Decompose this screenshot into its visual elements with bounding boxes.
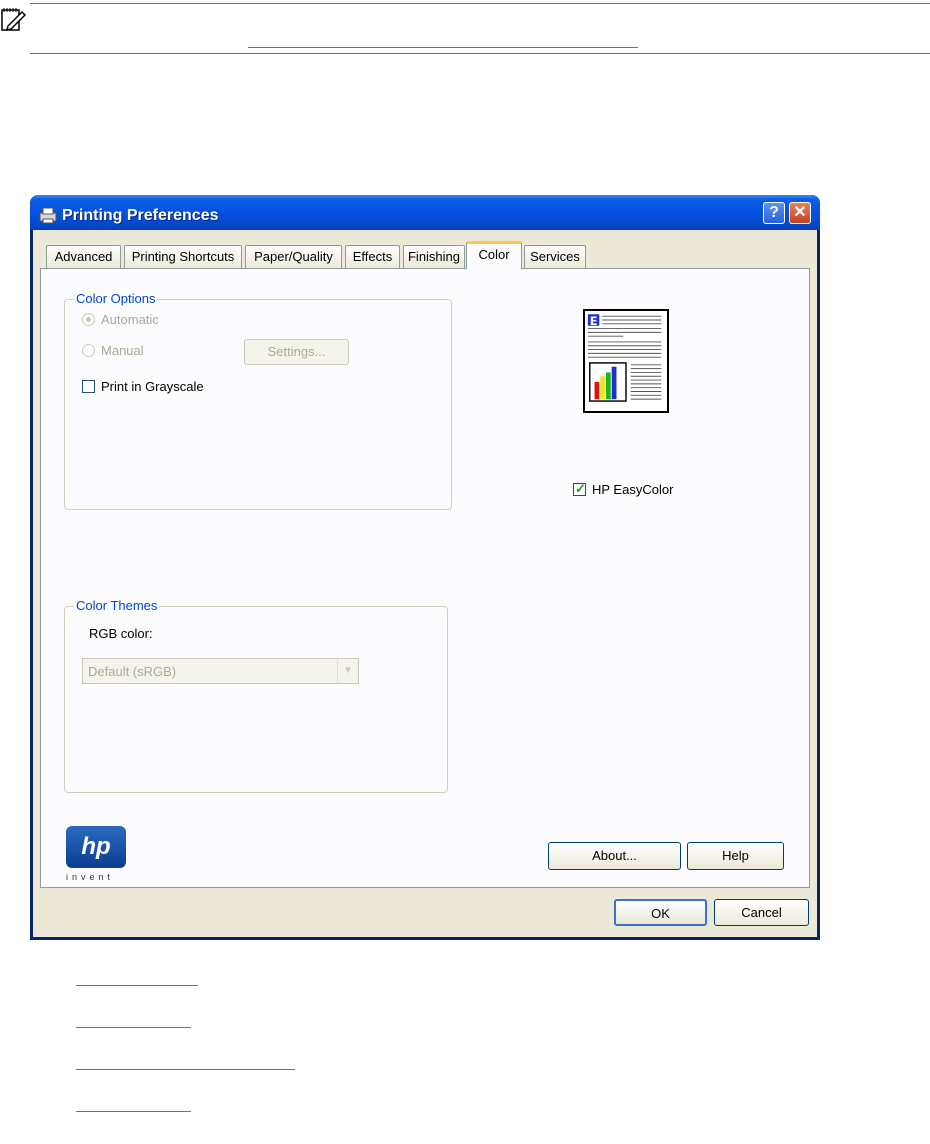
manual-radio[interactable] bbox=[82, 344, 95, 357]
chevron-down-icon: ▼ bbox=[337, 659, 358, 683]
link-underline-4[interactable] bbox=[76, 1111, 191, 1112]
cancel-button[interactable]: Cancel bbox=[714, 899, 809, 926]
tab-label: Printing Shortcuts bbox=[131, 249, 235, 264]
tab-printing-shortcuts[interactable]: Printing Shortcuts bbox=[124, 245, 242, 268]
hp-logo: hp bbox=[66, 826, 126, 868]
rgb-color-select[interactable]: Default (sRGB) ▼ bbox=[82, 658, 359, 684]
close-button[interactable]: ✕ bbox=[789, 202, 811, 224]
tab-color[interactable]: Color bbox=[466, 241, 522, 269]
tab-label: Advanced bbox=[54, 249, 113, 264]
about-button[interactable]: About... bbox=[548, 842, 681, 870]
note-icon bbox=[1, 8, 27, 32]
printer-icon bbox=[39, 207, 57, 224]
rgb-color-label: RGB color: bbox=[89, 626, 153, 641]
grayscale-checkbox[interactable] bbox=[82, 380, 95, 393]
top-rule bbox=[30, 3, 930, 4]
tab-label: Color bbox=[478, 247, 510, 262]
link-underline-1[interactable] bbox=[76, 985, 198, 986]
tab-label: Services bbox=[530, 249, 580, 264]
rgb-color-value: Default (sRGB) bbox=[88, 664, 177, 679]
ok-button[interactable]: OK bbox=[614, 899, 707, 926]
tab-label: Finishing bbox=[407, 249, 461, 264]
tab-finishing[interactable]: Finishing bbox=[403, 245, 465, 268]
color-options-title: Color Options bbox=[74, 291, 158, 306]
tab-advanced[interactable]: Advanced bbox=[46, 245, 121, 268]
hp-logo-tagline: invent bbox=[66, 872, 115, 882]
tab-label: Paper/Quality bbox=[254, 249, 333, 264]
easycolor-checkbox[interactable]: ✓ bbox=[573, 481, 586, 496]
tab-paper-quality[interactable]: Paper/Quality bbox=[245, 245, 342, 268]
easycolor-label: HP EasyColor bbox=[592, 482, 674, 497]
note-link-underline[interactable] bbox=[248, 47, 638, 48]
grayscale-label: Print in Grayscale bbox=[101, 379, 204, 394]
checkmark-icon: ✓ bbox=[575, 481, 586, 496]
automatic-label: Automatic bbox=[101, 312, 159, 327]
tab-services[interactable]: Services bbox=[524, 245, 586, 268]
link-underline-3[interactable] bbox=[76, 1069, 295, 1070]
link-underline-2[interactable] bbox=[76, 1027, 191, 1028]
help-button[interactable]: Help bbox=[687, 842, 784, 870]
help-title-button[interactable]: ? bbox=[763, 202, 785, 224]
settings-button[interactable]: Settings... bbox=[244, 339, 349, 365]
manual-label: Manual bbox=[101, 343, 144, 358]
color-options-group bbox=[64, 299, 452, 510]
window-title: Printing Preferences bbox=[62, 207, 219, 224]
automatic-radio[interactable] bbox=[82, 313, 95, 326]
document-preview-icon: E bbox=[583, 309, 669, 413]
svg-text:E: E bbox=[590, 314, 598, 328]
bottom-note-rule bbox=[30, 53, 930, 54]
tab-label: Effects bbox=[352, 249, 393, 264]
tab-effects[interactable]: Effects bbox=[345, 245, 400, 268]
color-themes-title: Color Themes bbox=[74, 598, 160, 613]
